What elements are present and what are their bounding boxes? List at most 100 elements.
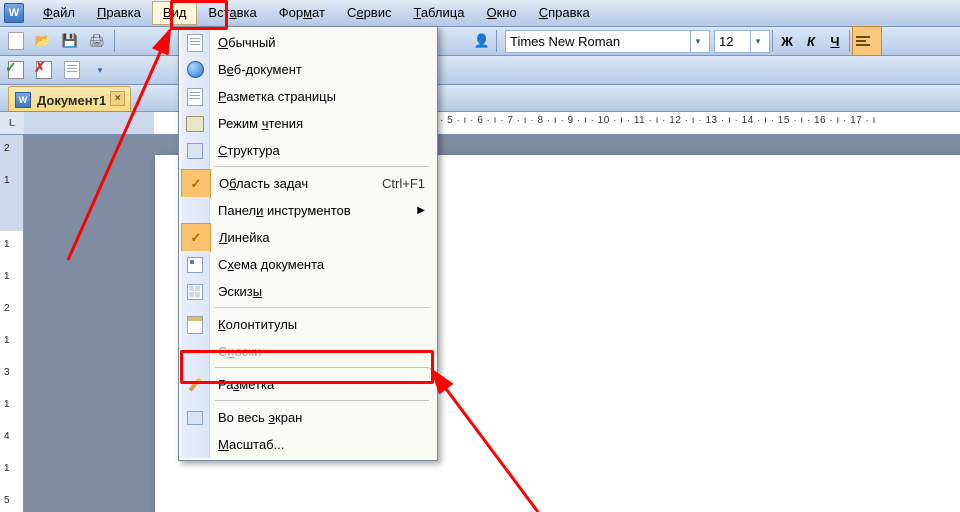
submenu-arrow-icon: ▶ [417, 205, 425, 216]
chevron-down-icon[interactable]: ▾ [690, 31, 705, 52]
menu-item-Область задач[interactable]: ✓Область задачCtrl+F1 [181, 170, 435, 197]
menu-Окно[interactable]: Окно [475, 1, 527, 25]
menu-item-label: Обычный [218, 35, 275, 50]
menu-item-Обычный[interactable]: Обычный [181, 29, 435, 56]
app-logo-icon: W [4, 3, 24, 23]
workspace: L 21112131415 · 5 · ı · 6 · ı · 7 · ı · … [0, 112, 960, 512]
g-doc-lines-icon [187, 34, 203, 52]
menu-item-Разметка страницы[interactable]: Разметка страницы [181, 83, 435, 110]
menu-item-Разметка[interactable]: Разметка [181, 371, 435, 398]
font-name-combo[interactable]: Times New Roman ▾ [505, 30, 710, 53]
vertical-ruler-wrap: L 21112131415 [0, 112, 24, 512]
menu-item-Во весь экран[interactable]: Во весь экран [181, 404, 435, 431]
menu-item-Панели инструментов[interactable]: Панели инструментов ▶ [181, 197, 435, 224]
g-header-icon [187, 316, 203, 334]
menu-item-Эскизы[interactable]: Эскизы [181, 278, 435, 305]
ruler-tick: 1 [4, 239, 10, 250]
ruler-tick: 1 [4, 463, 10, 474]
vertical-ruler[interactable]: 21112131415 [0, 135, 24, 512]
menu-item-Колонтитулы[interactable]: Колонтитулы [181, 311, 435, 338]
ruler-tick: 1 [4, 175, 10, 186]
menu-item-label: Колонтитулы [218, 317, 297, 332]
menu-items-container: ФайлПравкаВидВставкаФорматСервисТаблицаО… [32, 1, 601, 25]
ruler-tick: 3 [4, 367, 10, 378]
h-ruler-text: · 5 · ı · 6 · ı · 7 · ı · 8 · ı · 9 · ı … [440, 115, 958, 126]
g-book-icon [186, 116, 204, 132]
paper-area[interactable] [24, 135, 960, 512]
menu-item-label: Структура [218, 143, 280, 158]
bold-button[interactable]: Ж [775, 29, 799, 53]
menu-item-Структура[interactable]: Структура [181, 137, 435, 164]
font-size-value: 12 [719, 34, 733, 49]
new-doc-icon[interactable] [4, 29, 28, 53]
g-tree-icon [187, 257, 203, 273]
doc-tab-active[interactable]: W Документ1 × [8, 86, 131, 111]
menu-Таблица[interactable]: Таблица [402, 1, 475, 25]
accept-change-icon[interactable] [4, 58, 28, 82]
menu-item-label: Схема документа [218, 257, 324, 272]
menu-item-Сноски: Сноски [181, 338, 435, 365]
toolbar-separator [114, 30, 115, 52]
menubar: W ФайлПравкаВидВставкаФорматСервисТаблиц… [0, 0, 960, 27]
doc-tabs: W Документ1 × [0, 85, 960, 112]
view-menu-dropdown: Обычный Веб-документ Разметка страницы Режи… [178, 26, 438, 461]
save-icon[interactable]: 💾 [58, 29, 82, 53]
menu-item-label: Панели инструментов [218, 203, 351, 218]
g-thumbs-icon [187, 284, 203, 300]
toolbar-separator [496, 30, 497, 52]
g-globe-icon [187, 61, 204, 78]
italic-button[interactable]: К [799, 29, 823, 53]
menu-Вставка[interactable]: Вставка [197, 1, 267, 25]
close-icon[interactable]: × [110, 91, 125, 106]
chevron-down-icon[interactable]: ▾ [750, 31, 765, 52]
toolbar-standard: 📂 💾 🖨 👤 Times New Roman ▾ 12 ▾ Ж К Ч [0, 27, 960, 56]
g-full-icon [187, 411, 203, 425]
word-doc-icon: W [15, 92, 31, 108]
menu-item-Схема документа[interactable]: Схема документа [181, 251, 435, 278]
g-doc-lines-icon [187, 88, 203, 106]
menu-item-Масштаб...[interactable]: Масштаб... [181, 431, 435, 458]
g-pencil-icon [189, 377, 202, 391]
underline-button[interactable]: Ч [823, 29, 847, 53]
toolbar-separator [772, 30, 773, 52]
menu-Вид[interactable]: Вид [152, 1, 198, 25]
menu-item-Режим чтения[interactable]: Режим чтения [181, 110, 435, 137]
ruler-tick: 4 [4, 431, 10, 442]
reject-change-icon[interactable] [32, 58, 56, 82]
print-icon[interactable]: 🖨 [85, 29, 109, 53]
toolbar-separator [849, 30, 850, 52]
menu-item-label: Линейка [219, 230, 270, 245]
menu-Сервис[interactable]: Сервис [336, 1, 403, 25]
menu-item-Веб-документ[interactable]: Веб-документ [181, 56, 435, 83]
menu-item-label: Эскизы [218, 284, 262, 299]
menu-shortcut: Ctrl+F1 [382, 176, 425, 191]
menu-Файл[interactable]: Файл [32, 1, 86, 25]
permissions-icon[interactable]: 👤 [470, 29, 494, 53]
open-icon[interactable]: 📂 [31, 29, 55, 53]
menu-Формат[interactable]: Формат [268, 1, 336, 25]
main-area: · 5 · ı · 6 · ı · 7 · ı · 8 · ı · 9 · ı … [24, 112, 960, 512]
menu-item-Линейка[interactable]: ✓ Линейка [181, 224, 435, 251]
ruler-corner[interactable]: L [0, 112, 25, 135]
font-name-value: Times New Roman [510, 34, 620, 49]
menu-Правка[interactable]: Правка [86, 1, 152, 25]
menu-item-label: Масштаб... [218, 437, 284, 452]
check-icon: ✓ [191, 176, 202, 192]
menu-item-label: Разметка страницы [218, 89, 336, 104]
horizontal-ruler[interactable]: · 5 · ı · 6 · ı · 7 · ı · 8 · ı · 9 · ı … [24, 112, 960, 135]
ruler-tick: 1 [4, 335, 10, 346]
align-left-button[interactable] [852, 26, 882, 56]
reviewing-dropdown-icon[interactable]: ▾ [88, 58, 112, 82]
doc-tab-label: Документ1 [37, 93, 106, 108]
menu-item-label: Разметка [218, 377, 274, 392]
toolbar-reviewing: ▾ [0, 56, 960, 85]
g-struct-icon [187, 143, 203, 159]
menu-item-label: Режим чтения [218, 116, 303, 131]
font-size-combo[interactable]: 12 ▾ [714, 30, 770, 53]
app-window: W ФайлПравкаВидВставкаФорматСервисТаблиц… [0, 0, 960, 512]
check-icon: ✓ [191, 230, 202, 246]
menu-item-label: Сноски [218, 344, 261, 359]
menu-item-label: Веб-документ [218, 62, 302, 77]
menu-Справка[interactable]: Справка [528, 1, 601, 25]
reviewing-pane-icon[interactable] [60, 58, 84, 82]
